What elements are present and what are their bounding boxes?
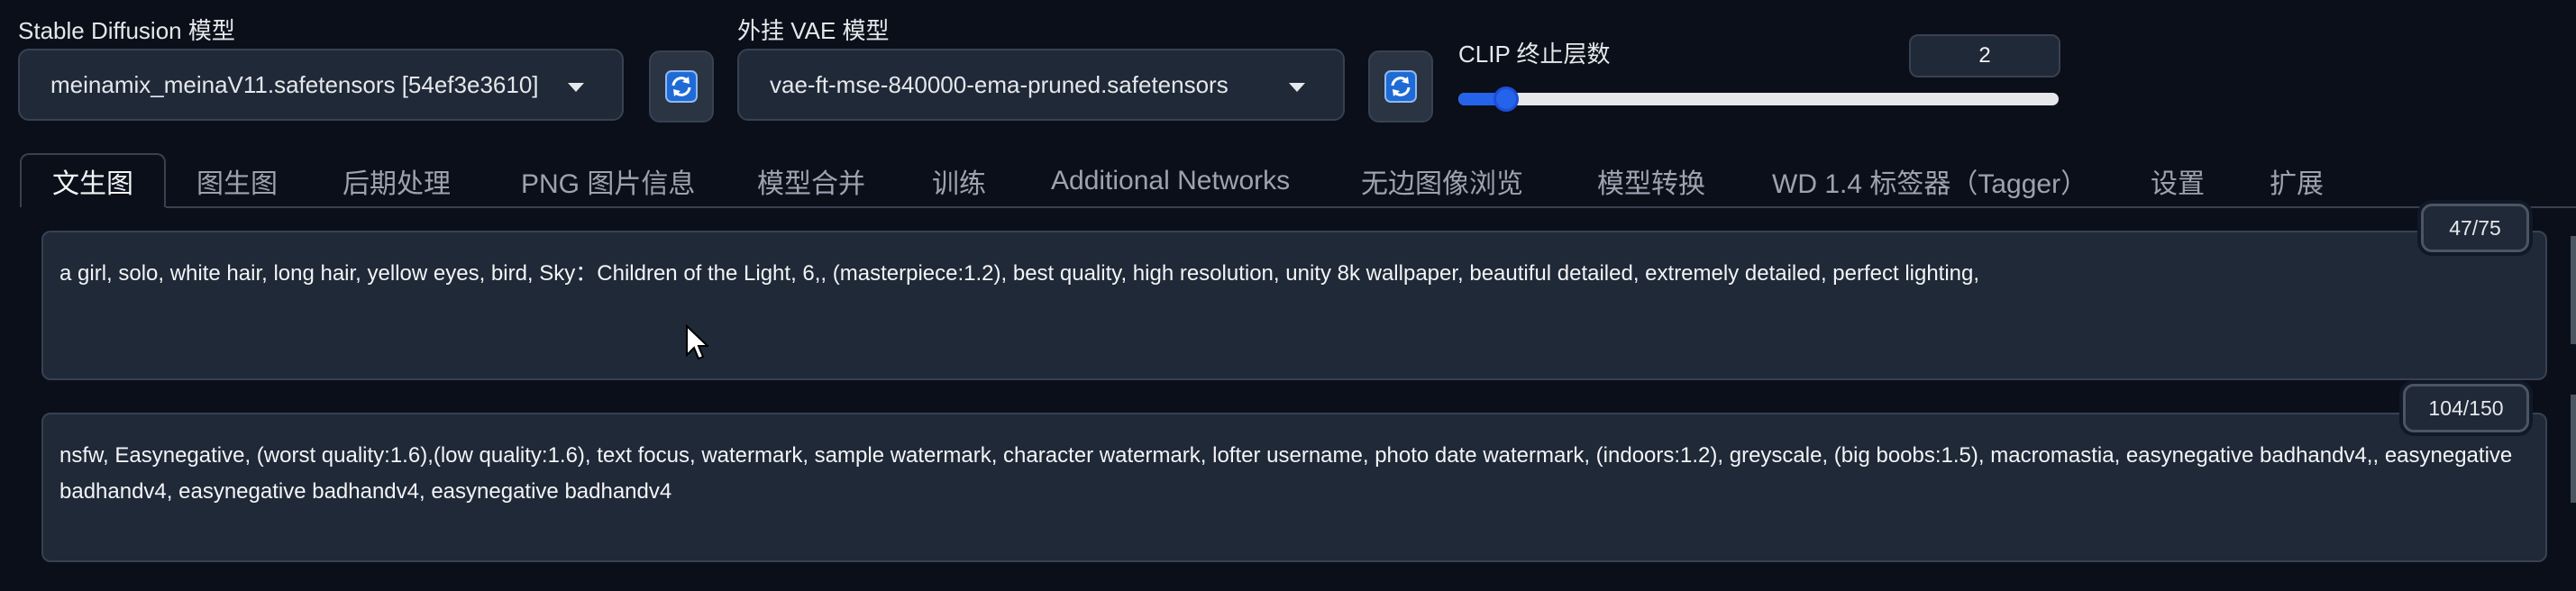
negative-prompt-token-counter: 104/150 <box>2403 384 2529 432</box>
refresh-model-button[interactable] <box>649 50 714 123</box>
tab-settings[interactable]: 设置 <box>2151 155 2205 207</box>
side-panel-edge <box>2571 395 2576 503</box>
generate-panel-edge <box>2571 236 2576 344</box>
mouse-cursor-icon <box>686 324 708 360</box>
refresh-vae-button[interactable] <box>1368 50 1433 123</box>
tab-train[interactable]: 训练 <box>932 155 986 207</box>
vae-select[interactable]: vae-ft-mse-840000-ema-pruned.safetensors <box>737 49 1345 121</box>
tab-checkpoint-merger[interactable]: 模型合并 <box>757 155 865 207</box>
clip-skip-label: CLIP 终止层数 <box>1458 41 1611 68</box>
prompt-token-counter: 47/75 <box>2421 204 2529 252</box>
refresh-icon <box>1384 70 1417 103</box>
model-select-label: Stable Diffusion 模型 <box>18 17 235 44</box>
tab-extensions[interactable]: 扩展 <box>2270 155 2324 207</box>
tab-extras[interactable]: 后期处理 <box>343 155 451 207</box>
refresh-icon <box>665 70 698 103</box>
model-select-value: meinamix_meinaV11.safetensors [54ef3e361… <box>50 70 539 98</box>
tab-tagger[interactable]: WD 1.4 标签器（Tagger） <box>1772 155 2087 207</box>
tab-txt2img[interactable]: 文生图 <box>20 153 166 207</box>
prompt-textarea[interactable]: a girl, solo, white hair, long hair, yel… <box>41 231 2547 380</box>
vae-select-label: 外挂 VAE 模型 <box>737 17 890 44</box>
clip-skip-slider[interactable] <box>1458 93 2059 105</box>
chevron-down-icon <box>1289 83 1305 92</box>
chevron-down-icon <box>568 83 584 92</box>
negative-prompt-textarea[interactable]: nsfw, Easynegative, (worst quality:1.6),… <box>41 413 2547 562</box>
clip-skip-number-input[interactable]: 2 <box>1909 34 2060 77</box>
vae-select-value: vae-ft-mse-840000-ema-pruned.safetensors <box>770 70 1229 98</box>
tab-model-converter[interactable]: 模型转换 <box>1597 155 1705 207</box>
tab-infinite-image-browsing[interactable]: 无边图像浏览 <box>1361 155 1523 207</box>
tab-img2img[interactable]: 图生图 <box>196 155 278 207</box>
tab-png-info[interactable]: PNG 图片信息 <box>521 155 695 207</box>
model-select[interactable]: meinamix_meinaV11.safetensors [54ef3e361… <box>18 49 624 121</box>
clip-skip-slider-handle[interactable] <box>1494 86 1520 112</box>
tab-additional-networks[interactable]: Additional Networks <box>1051 155 1290 207</box>
